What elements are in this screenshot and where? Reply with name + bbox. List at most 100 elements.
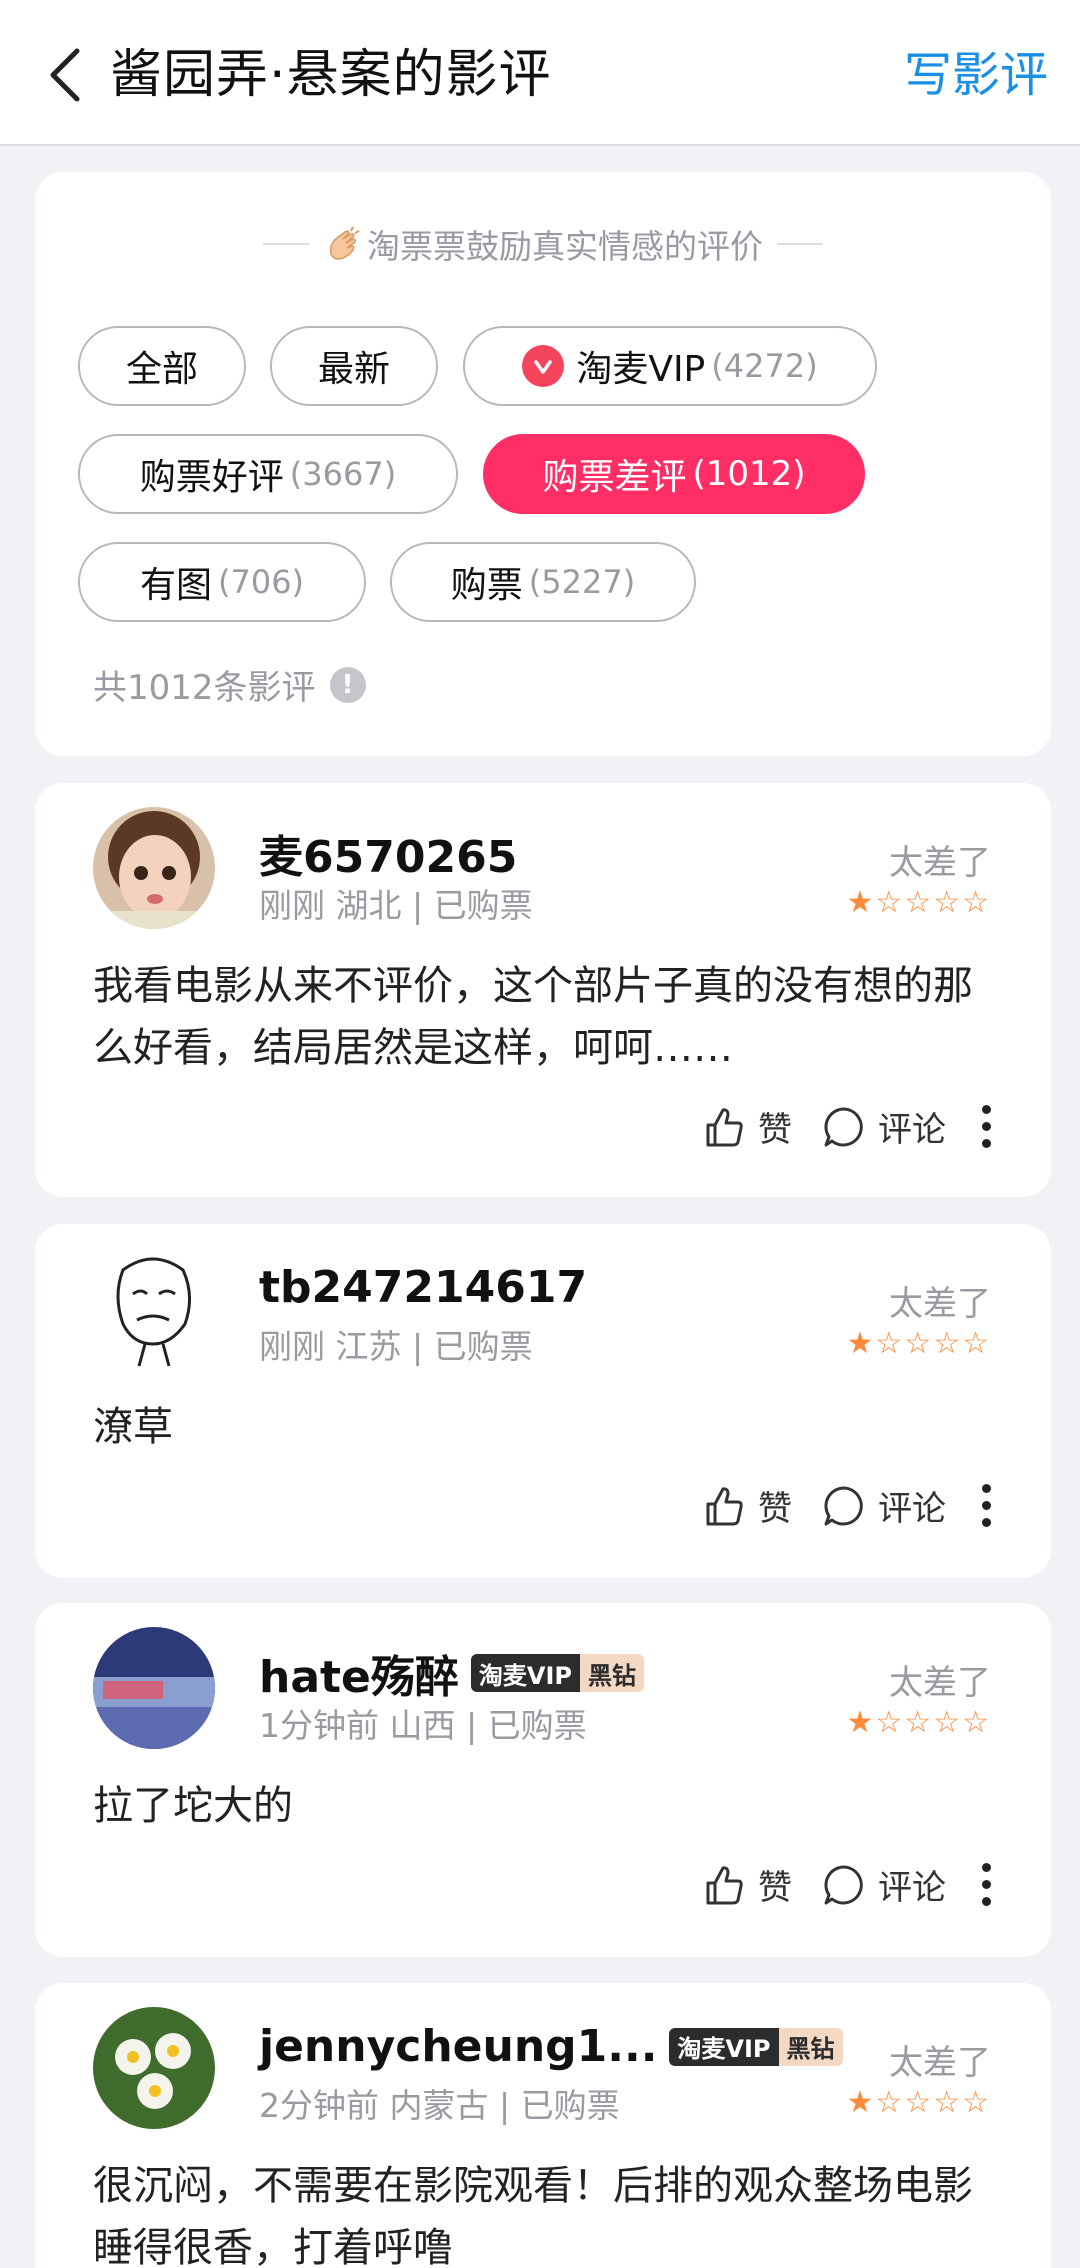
chip-latest[interactable]: 最新 bbox=[270, 326, 438, 406]
chip-count: (4272) bbox=[711, 347, 818, 385]
chip-with-images[interactable]: 有图 (706) bbox=[78, 542, 366, 622]
avatar-image bbox=[93, 1627, 215, 1749]
vip-badge-right: 黑钻 bbox=[579, 1654, 644, 1692]
avatar-image bbox=[93, 1248, 215, 1370]
review-card: jennycheung1... 淘麦VIP 黑钻 2分钟前 内蒙古 | 已购票 … bbox=[35, 1983, 1051, 2268]
star-rating: ★☆☆☆☆ bbox=[846, 1326, 991, 1361]
like-button[interactable]: 赞 bbox=[702, 1481, 792, 1530]
page-title: 酱园弄·悬案的影评 bbox=[110, 45, 552, 105]
comment-label: 评论 bbox=[878, 1110, 946, 1150]
like-button[interactable]: 赞 bbox=[702, 1860, 792, 1909]
review-card: hate殇醉 淘麦VIP 黑钻 1分钟前 山西 | 已购票 太差了 ★☆☆☆☆ … bbox=[35, 1603, 1051, 1957]
username[interactable]: 麦6570265 bbox=[259, 821, 517, 885]
comment-bubble-icon bbox=[824, 1106, 863, 1146]
chip-purchased[interactable]: 购票 (5227) bbox=[390, 542, 696, 622]
avatar[interactable] bbox=[93, 2007, 215, 2129]
avatar[interactable] bbox=[93, 1627, 215, 1749]
review-card: tb247214617 刚刚 江苏 | 已购票 太差了 ★☆☆☆☆ 潦草 赞 评… bbox=[35, 1224, 1051, 1578]
review-actions: 赞 评论 bbox=[672, 1480, 991, 1531]
username-text: jennycheung1... bbox=[259, 2021, 658, 2072]
comment-bubble-icon bbox=[824, 1864, 863, 1904]
review-actions: 赞 评论 bbox=[672, 1101, 991, 1152]
username-text: hate殇醉 bbox=[259, 1652, 459, 1703]
comment-label: 评论 bbox=[878, 1868, 946, 1908]
more-options-icon[interactable] bbox=[982, 1480, 991, 1531]
like-button[interactable]: 赞 bbox=[702, 1102, 792, 1151]
divider bbox=[777, 243, 823, 245]
vip-badge-right: 黑钻 bbox=[778, 2027, 843, 2066]
rating-text: 太差了 bbox=[889, 1663, 991, 1703]
vip-badge-left: 淘麦VIP bbox=[470, 1654, 580, 1692]
rating-text: 太差了 bbox=[889, 843, 991, 883]
chip-label: 全部 bbox=[125, 349, 198, 390]
review-meta: 1分钟前 山西 | 已购票 bbox=[259, 1706, 587, 1745]
chip-bad-reviews[interactable]: 购票差评 (1012) bbox=[483, 434, 865, 514]
thumbs-up-icon bbox=[706, 1486, 743, 1525]
vip-badge-left: 淘麦VIP bbox=[669, 2027, 779, 2066]
review-meta: 刚刚 江苏 | 已购票 bbox=[259, 1327, 533, 1366]
total-count: 共1012条影评 ! bbox=[93, 660, 366, 709]
thumbs-up-icon bbox=[706, 1865, 743, 1904]
star-rating: ★☆☆☆☆ bbox=[846, 1705, 991, 1740]
like-label: 赞 bbox=[758, 1868, 792, 1908]
chip-label: 购票差评 bbox=[542, 457, 687, 498]
more-options-icon[interactable] bbox=[982, 1859, 991, 1910]
avatar[interactable] bbox=[93, 1248, 215, 1370]
star-rating: ★☆☆☆☆ bbox=[846, 885, 991, 920]
comment-bubble-icon bbox=[824, 1485, 863, 1525]
chip-label: 有图 bbox=[139, 565, 212, 606]
divider bbox=[263, 243, 309, 245]
rating-text: 太差了 bbox=[889, 1284, 991, 1324]
total-text: 共1012条影评 bbox=[93, 668, 316, 708]
chip-count: (1012) bbox=[692, 454, 806, 494]
chip-label: 最新 bbox=[317, 349, 390, 390]
info-icon[interactable]: ! bbox=[329, 666, 366, 703]
username[interactable]: jennycheung1... 淘麦VIP 黑钻 bbox=[259, 2021, 843, 2072]
avatar[interactable] bbox=[93, 807, 215, 929]
comment-button[interactable]: 评论 bbox=[822, 1102, 946, 1151]
chip-count: (706) bbox=[217, 563, 305, 601]
comment-button[interactable]: 评论 bbox=[822, 1860, 946, 1909]
more-options-icon[interactable] bbox=[982, 1101, 991, 1152]
review-text[interactable]: 潦草 bbox=[93, 1396, 993, 1458]
username-text: tb247214617 bbox=[259, 1262, 588, 1313]
review-text[interactable]: 很沉闷，不需要在影院观看！后排的观众整场电影睡得很香，打着呼噜 bbox=[93, 2155, 993, 2268]
chip-good-reviews[interactable]: 购票好评 (3667) bbox=[78, 434, 458, 514]
chip-label: 淘麦VIP bbox=[576, 349, 706, 390]
clap-icon bbox=[329, 226, 360, 260]
encourage-banner: 淘票票鼓励真实情感的评价 bbox=[35, 220, 1051, 268]
avatar-image bbox=[93, 807, 215, 929]
encourage-text: 淘票票鼓励真实情感的评价 bbox=[367, 227, 763, 266]
username[interactable]: tb247214617 bbox=[259, 1262, 587, 1313]
review-text[interactable]: 拉了坨大的 bbox=[93, 1775, 993, 1837]
rating-text: 太差了 bbox=[889, 2043, 991, 2083]
review-text[interactable]: 我看电影从来不评价，这个部片子真的没有想的那么好看，结局居然是这样，呵呵…… bbox=[93, 955, 993, 1079]
like-label: 赞 bbox=[758, 1489, 792, 1529]
like-label: 赞 bbox=[758, 1110, 792, 1150]
review-card: 麦6570265 刚刚 湖北 | 已购票 太差了 ★☆☆☆☆ 我看电影从来不评价… bbox=[35, 783, 1051, 1197]
review-meta: 刚刚 湖北 | 已购票 bbox=[259, 886, 533, 925]
username[interactable]: hate殇醉 淘麦VIP 黑钻 bbox=[259, 1641, 644, 1705]
top-bar: 酱园弄·悬案的影评 写影评 bbox=[0, 0, 1080, 146]
vip-black-diamond-badge: 淘麦VIP 黑钻 bbox=[669, 2027, 843, 2066]
chip-vip[interactable]: 淘麦VIP (4272) bbox=[463, 326, 877, 406]
vip-black-diamond-badge: 淘麦VIP 黑钻 bbox=[470, 1654, 644, 1692]
comment-button[interactable]: 评论 bbox=[822, 1481, 946, 1530]
write-review-button[interactable]: 写影评 bbox=[904, 38, 1048, 112]
review-actions: 赞 评论 bbox=[672, 1859, 991, 1910]
thumbs-up-icon bbox=[706, 1107, 743, 1146]
vip-heart-icon bbox=[522, 345, 565, 387]
review-meta: 2分钟前 内蒙古 | 已购票 bbox=[259, 2086, 620, 2125]
back-arrow-icon bbox=[50, 48, 80, 102]
chip-count: (3667) bbox=[289, 455, 397, 493]
back-button[interactable] bbox=[30, 40, 100, 110]
username-text: 麦6570265 bbox=[259, 832, 518, 883]
chip-count: (5227) bbox=[528, 563, 636, 601]
comment-label: 评论 bbox=[878, 1489, 946, 1529]
chip-label: 购票 bbox=[450, 565, 523, 606]
star-rating: ★☆☆☆☆ bbox=[846, 2085, 991, 2120]
chip-all[interactable]: 全部 bbox=[78, 326, 246, 406]
filter-card: 淘票票鼓励真实情感的评价 全部 最新 淘麦VIP (4272) 购票好评 (36… bbox=[35, 172, 1051, 756]
chip-label: 购票好评 bbox=[139, 457, 284, 498]
avatar-image bbox=[93, 2007, 215, 2129]
